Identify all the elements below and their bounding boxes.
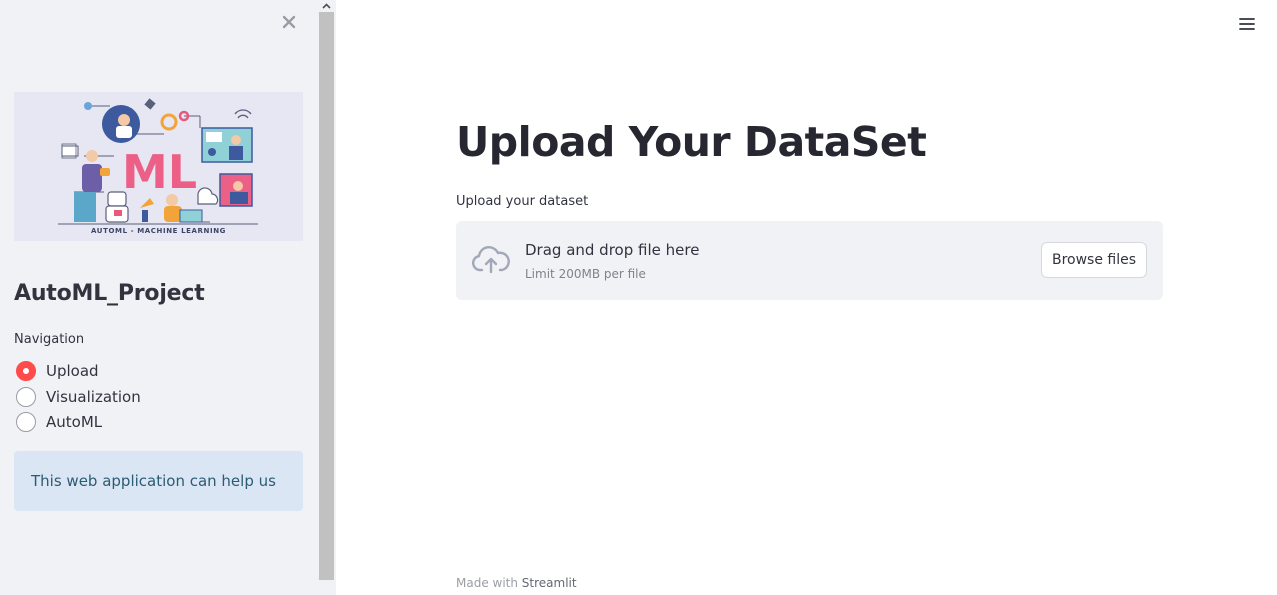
nav-radio-label: Upload xyxy=(46,362,99,380)
browse-files-button[interactable]: Browse files xyxy=(1041,242,1147,278)
navigation-label: Navigation xyxy=(14,332,85,347)
footer-prefix: Made with xyxy=(456,576,522,590)
automl-illustration: ML AUTOML - MACHINE LEARNING xyxy=(14,92,303,241)
dropzone-instructions: Drag and drop file here xyxy=(525,241,700,259)
sidebar-content: ML AUTOML - MACHINE LEARNING AutoML_Proj… xyxy=(0,0,318,595)
footer: Made with Streamlit xyxy=(456,576,577,590)
svg-text:ML: ML xyxy=(122,145,197,199)
scroll-up-arrow-icon[interactable] xyxy=(318,0,335,12)
illustration-caption: AUTOML - MACHINE LEARNING xyxy=(91,227,226,235)
scrollbar-thumb[interactable] xyxy=(319,12,334,580)
page-title: Upload Your DataSet xyxy=(456,118,927,166)
close-sidebar-button[interactable] xyxy=(278,11,300,33)
automl-illustration-art: ML xyxy=(14,92,303,241)
project-title: AutoML_Project xyxy=(14,281,205,306)
uploader-label: Upload your dataset xyxy=(456,194,589,209)
file-dropzone[interactable]: Drag and drop file here Limit 200MB per … xyxy=(456,221,1163,300)
info-box: This web application can help us xyxy=(14,451,303,511)
streamlit-link[interactable]: Streamlit xyxy=(522,576,577,590)
nav-radio-visualization[interactable]: Visualization xyxy=(16,386,141,408)
main-menu-button[interactable] xyxy=(1236,13,1258,35)
radio-selected-icon xyxy=(16,361,36,381)
sidebar-scrollbar[interactable] xyxy=(318,0,335,595)
cloud-upload-icon xyxy=(472,246,510,274)
hamburger-menu-icon xyxy=(1239,18,1255,30)
nav-radio-automl[interactable]: AutoML xyxy=(16,411,102,433)
nav-radio-label: Visualization xyxy=(46,388,141,406)
sidebar: ML AUTOML - MACHINE LEARNING AutoML_Proj… xyxy=(0,0,336,595)
dropzone-limit: Limit 200MB per file xyxy=(525,267,646,281)
radio-unselected-icon xyxy=(16,412,36,432)
radio-unselected-icon xyxy=(16,387,36,407)
nav-radio-label: AutoML xyxy=(46,413,103,431)
close-icon xyxy=(282,15,296,29)
nav-radio-upload[interactable]: Upload xyxy=(16,360,99,382)
info-text: This web application can help us xyxy=(31,472,276,490)
